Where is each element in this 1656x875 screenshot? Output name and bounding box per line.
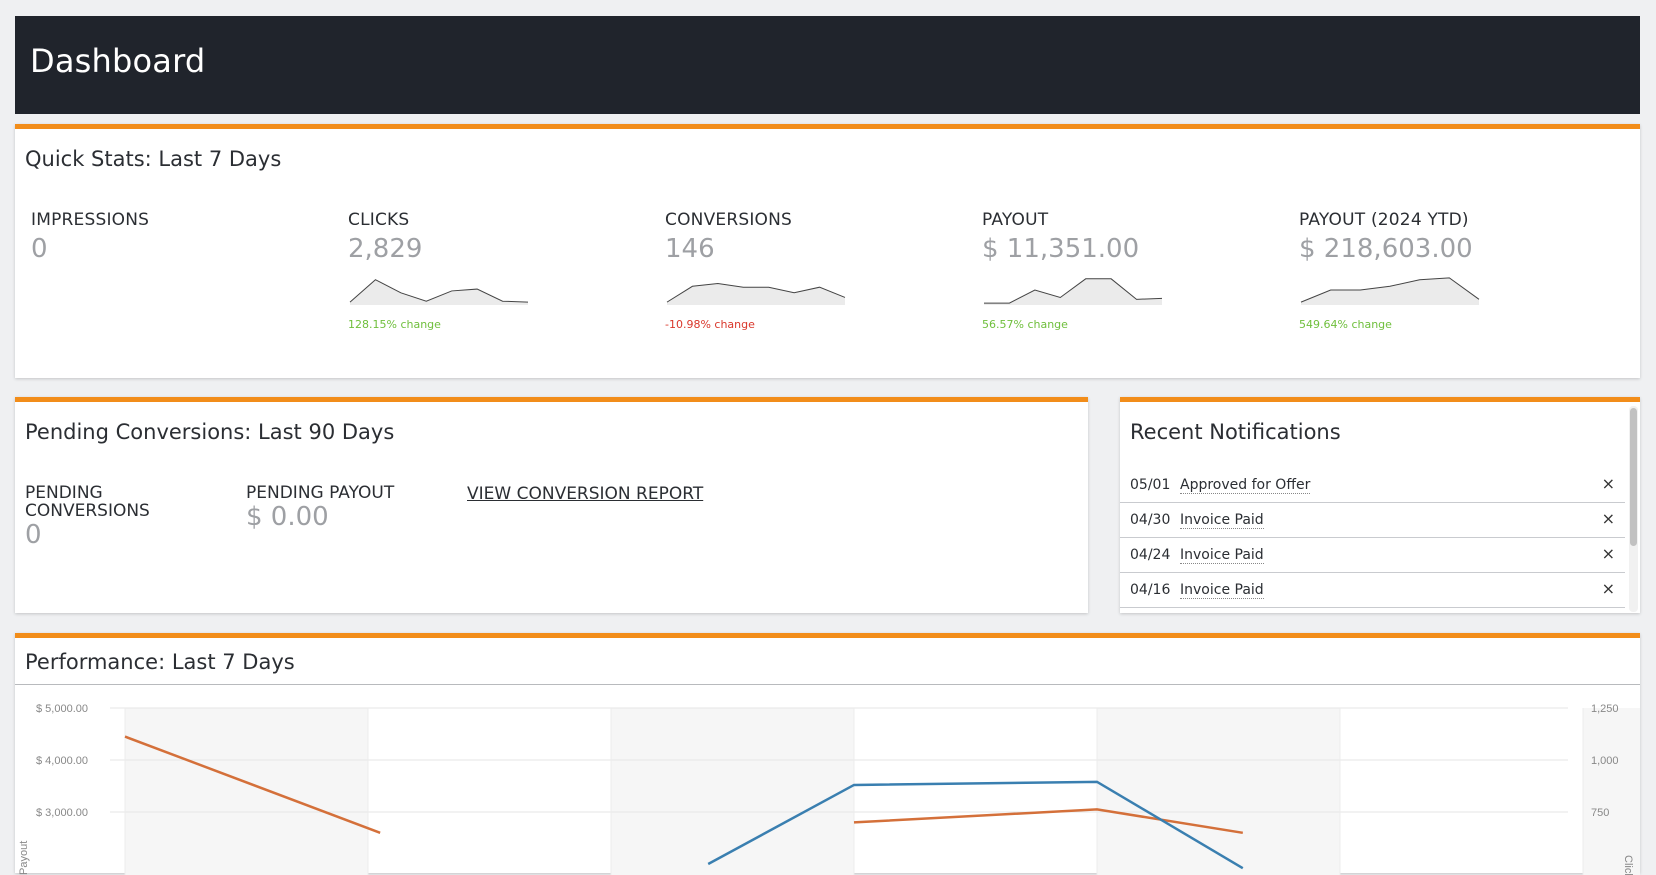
performance-title: Performance: Last 7 Days	[25, 650, 295, 674]
notification-item: 04/24 Invoice Paid ×	[1120, 538, 1625, 573]
stat-label: PAYOUT (2024 YTD)	[1299, 210, 1469, 230]
sparkline-area	[984, 278, 1162, 305]
notification-title[interactable]: Invoice Paid	[1180, 547, 1264, 564]
stat-change: 56.57% change	[982, 318, 1068, 331]
chart-band	[1097, 708, 1340, 875]
pending-conversions-value: 0	[25, 520, 42, 550]
notification-item: 04/16 Invoice Paid ×	[1120, 573, 1625, 608]
notification-date: 04/24	[1130, 547, 1171, 563]
view-conversion-report-link[interactable]: VIEW CONVERSION REPORT	[467, 484, 703, 504]
notification-title[interactable]: Approved for Offer	[1180, 477, 1311, 494]
sparkline-area	[667, 283, 845, 305]
stat-label: IMPRESSIONS	[31, 210, 150, 230]
close-icon[interactable]: ×	[1602, 474, 1615, 493]
pending-conversions-stat: PENDING CONVERSIONS 0	[25, 484, 185, 550]
stat-change: -10.98% change	[665, 318, 755, 331]
page-title: Dashboard	[30, 42, 206, 80]
stat-conversions: CONVERSIONS 146 -10.98% change	[665, 210, 965, 331]
y-axis-label: Payout	[18, 841, 30, 875]
close-icon[interactable]: ×	[1602, 509, 1615, 528]
stat-value: $ 11,351.00	[982, 234, 1140, 264]
notifications-title: Recent Notifications	[1130, 420, 1341, 444]
y2-tick-label: 1,250	[1591, 703, 1619, 715]
stat-value: 146	[665, 234, 715, 264]
notification-title[interactable]: Invoice Paid	[1180, 582, 1264, 599]
notifications-scrollbar[interactable]	[1629, 406, 1638, 612]
stat-value: 2,829	[348, 234, 423, 264]
y2-axis-label: Clicks	[1622, 855, 1634, 875]
stat-value: $ 218,603.00	[1299, 234, 1473, 264]
clicks-sparkline	[349, 279, 529, 305]
pending-conversions-label: PENDING CONVERSIONS	[25, 483, 150, 521]
pending-title: Pending Conversions: Last 90 Days	[25, 420, 395, 444]
notification-item: 05/01 Approved for Offer ×	[1120, 468, 1625, 503]
notification-date: 04/30	[1130, 512, 1171, 528]
stat-change: 549.64% change	[1299, 318, 1392, 331]
payout-ytd-sparkline	[1300, 277, 1480, 305]
notification-date: 04/16	[1130, 582, 1171, 598]
stat-clicks: CLICKS 2,829 128.15% change	[348, 210, 648, 331]
y2-tick-label: 1,000	[1591, 755, 1619, 767]
scrollbar-thumb[interactable]	[1630, 408, 1637, 546]
notification-item: 04/30 Invoice Paid ×	[1120, 503, 1625, 538]
close-icon[interactable]: ×	[1602, 579, 1615, 598]
pending-conversions-panel: Pending Conversions: Last 90 Days PENDIN…	[15, 397, 1088, 613]
page-header: Dashboard	[15, 16, 1640, 114]
pending-payout-value: $ 0.00	[246, 502, 329, 532]
quick-stats-panel: Quick Stats: Last 7 Days IMPRESSIONS 0 C…	[15, 124, 1640, 378]
y2-tick-label: 750	[1591, 807, 1609, 819]
performance-chart: $ 5,000.00 $ 4,000.00 $ 3,000.00 1,250 1,000…	[18, 703, 1640, 875]
chart-band	[1583, 708, 1640, 875]
stat-value: 0	[31, 234, 48, 264]
notifications-list: 05/01 Approved for Offer × 04/30 Invoice…	[1120, 468, 1625, 608]
sparkline-area	[350, 279, 528, 305]
stat-payout-ytd: PAYOUT (2024 YTD) $ 218,603.00 549.64% c…	[1299, 210, 1599, 331]
close-icon[interactable]: ×	[1602, 544, 1615, 563]
payout-sparkline	[984, 278, 1163, 305]
stat-label: PAYOUT	[982, 210, 1049, 230]
quick-stats-title: Quick Stats: Last 7 Days	[25, 147, 282, 171]
stat-impressions: IMPRESSIONS 0	[31, 210, 331, 264]
stat-label: CLICKS	[348, 210, 410, 230]
notification-title[interactable]: Invoice Paid	[1180, 512, 1264, 529]
stat-payout: PAYOUT $ 11,351.00 56.57% change	[982, 210, 1282, 331]
y-tick-label: $ 4,000.00	[36, 755, 88, 767]
chart-band	[125, 708, 368, 875]
recent-notifications-panel: Recent Notifications 05/01 Approved for …	[1120, 397, 1640, 613]
pending-payout-label: PENDING PAYOUT	[246, 483, 395, 503]
y-tick-label: $ 5,000.00	[36, 703, 88, 715]
stat-label: CONVERSIONS	[665, 210, 793, 230]
performance-header: Performance: Last 7 Days	[15, 638, 1640, 685]
conversions-sparkline	[666, 282, 846, 305]
stat-change: 128.15% change	[348, 318, 441, 331]
notification-date: 05/01	[1130, 477, 1171, 493]
y-tick-label: $ 3,000.00	[36, 807, 88, 819]
performance-panel: Performance: Last 7 Days $ 5,000.00 $ 4,0…	[15, 633, 1640, 875]
pending-payout-stat: PENDING PAYOUT $ 0.00	[246, 484, 446, 532]
